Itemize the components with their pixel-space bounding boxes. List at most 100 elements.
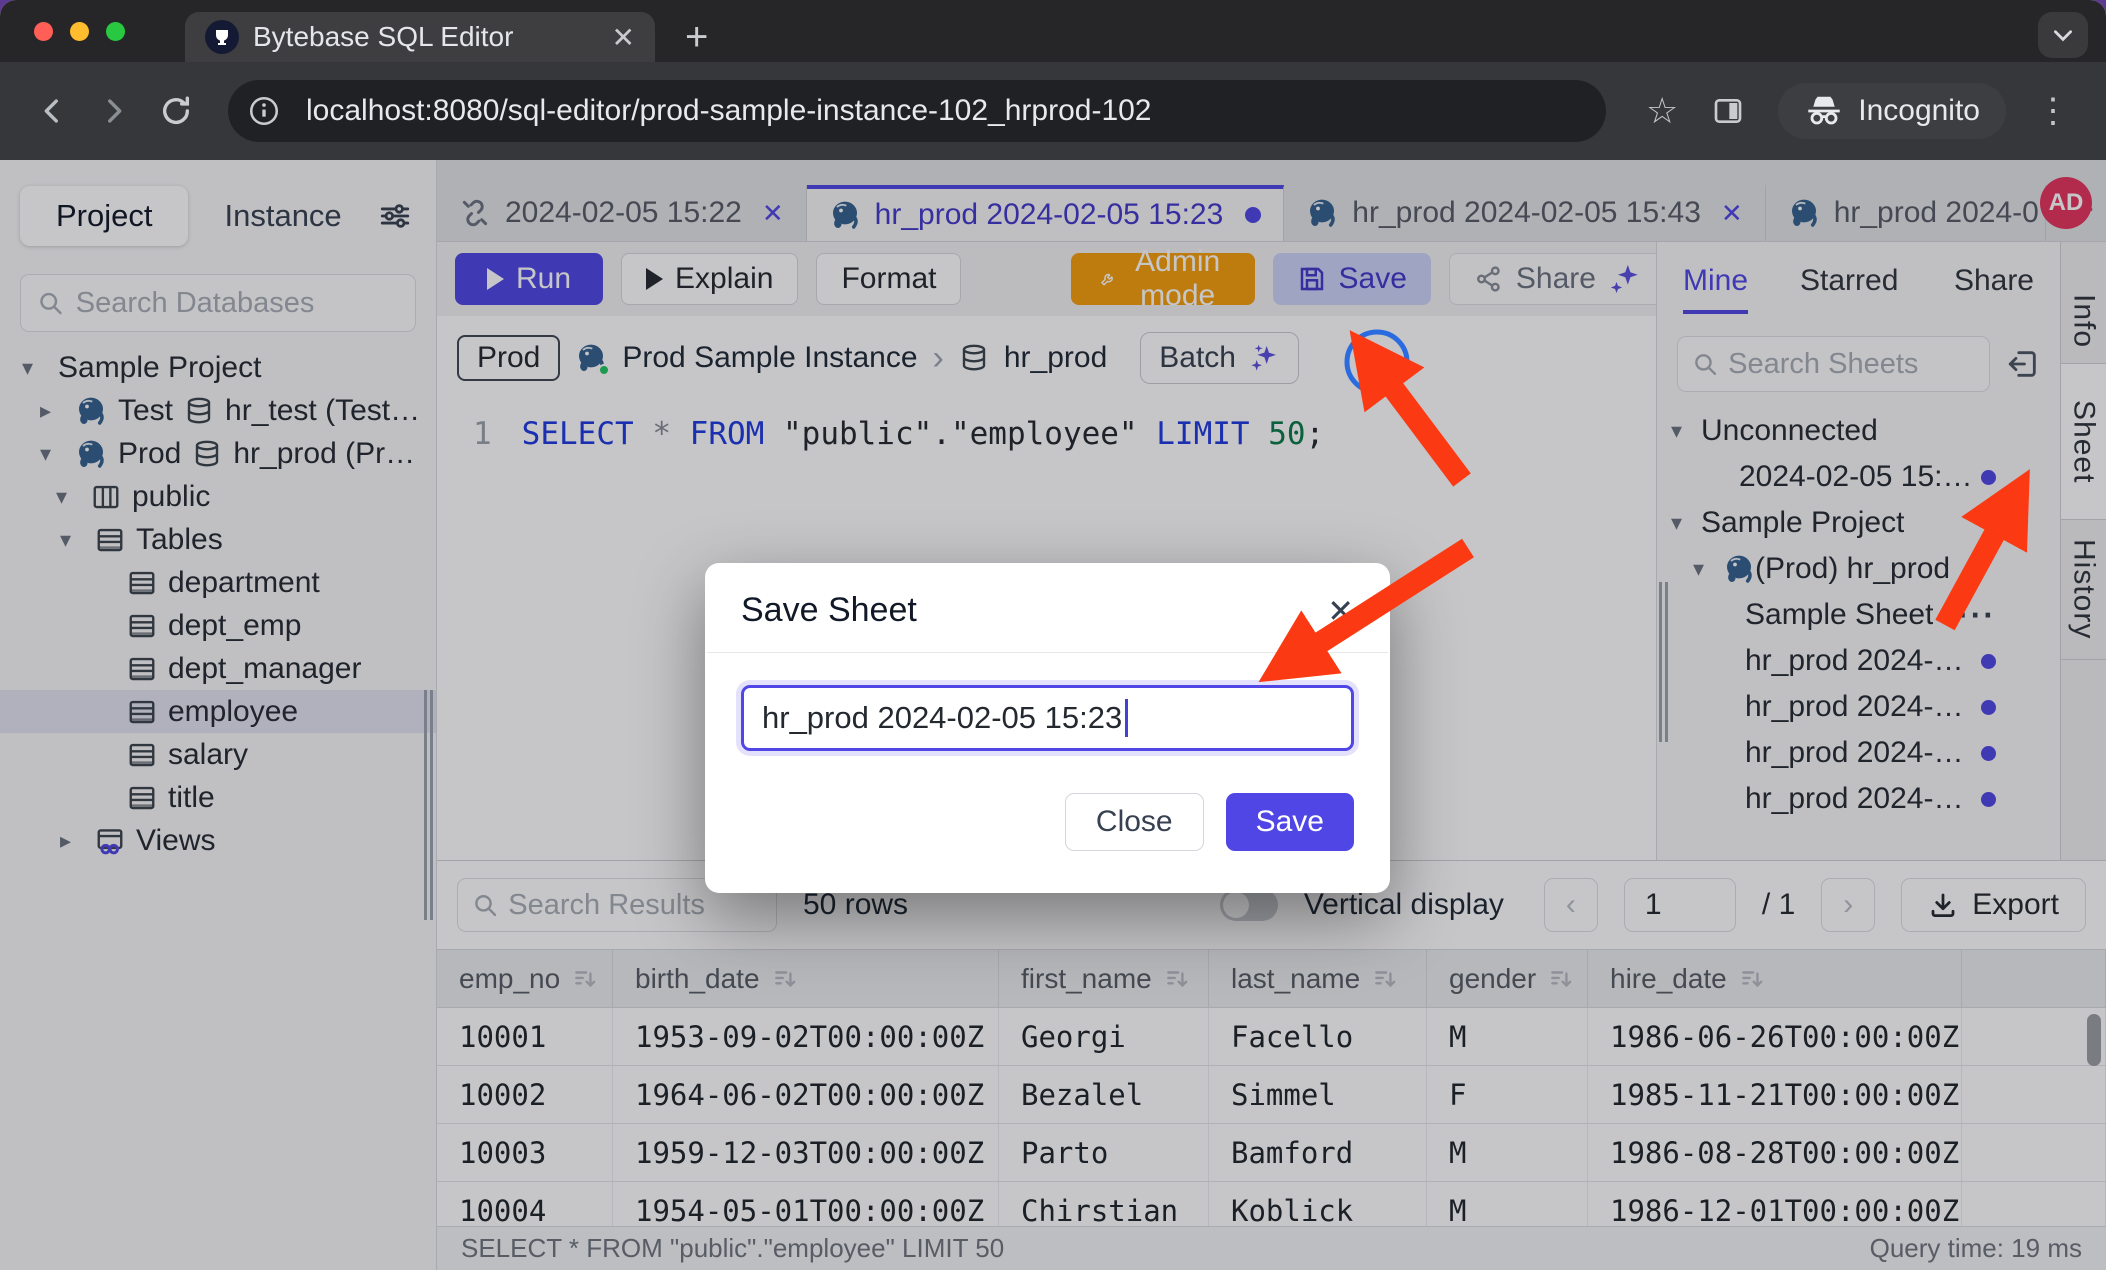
editor-tab[interactable]: hr_prod 2024-02-05 15:23 — [807, 185, 1285, 241]
sheet-search[interactable] — [1677, 336, 1990, 392]
filter-settings-icon[interactable] — [378, 199, 418, 233]
column-header[interactable]: first_name — [999, 950, 1209, 1007]
save-sheet-button[interactable]: Save — [1273, 253, 1431, 305]
tree-item[interactable]: title — [0, 776, 436, 819]
database-search[interactable] — [20, 274, 416, 332]
browser-toolbar: localhost:8080/sql-editor/prod-sample-in… — [0, 62, 2106, 160]
tree-item[interactable]: dept_emp — [0, 604, 436, 647]
sort-icon[interactable] — [772, 966, 798, 992]
modal-close-button[interactable]: Close — [1065, 793, 1204, 851]
sheet-list-item[interactable]: hr_prod 2024-… — [1657, 730, 2060, 776]
row-count: 50 rows — [803, 888, 908, 922]
close-tab-icon[interactable]: ✕ — [1721, 198, 1743, 229]
zoom-window-button[interactable] — [106, 22, 125, 41]
bytebase-favicon-icon — [205, 20, 239, 54]
minimize-window-button[interactable] — [70, 22, 89, 41]
database-name[interactable]: hr_prod — [1004, 341, 1107, 375]
user-avatar[interactable]: AD — [2040, 177, 2092, 229]
column-header[interactable]: hire_date — [1588, 950, 1962, 1007]
tab-history[interactable]: History — [2061, 520, 2106, 660]
editor-tab[interactable]: 2024-02-05 15:22✕ — [437, 185, 807, 241]
instance-name[interactable]: Prod Sample Instance — [622, 341, 917, 375]
sheet-list-item[interactable]: ▾Unconnected — [1657, 408, 2060, 454]
tree-item[interactable]: ▾Sample Project — [0, 346, 436, 389]
export-button[interactable]: Export — [1901, 878, 2086, 932]
connect-sheet-icon[interactable] — [2006, 347, 2040, 381]
sheet-list-item[interactable]: ▾Sample Project — [1657, 500, 2060, 546]
sheet-list-item[interactable]: hr_prod 2024-… — [1657, 776, 2060, 822]
back-button[interactable] — [26, 85, 78, 137]
tab-project[interactable]: Project — [20, 186, 188, 246]
table-scrollbar-thumb[interactable] — [2087, 1014, 2101, 1066]
site-info-icon[interactable] — [238, 85, 290, 137]
bookmark-star-icon[interactable]: ☆ — [1632, 90, 1692, 132]
column-header[interactable]: emp_no — [437, 950, 613, 1007]
run-button[interactable]: Run — [455, 253, 603, 305]
sheet-list-item[interactable]: Sample Sheet··· — [1657, 592, 2060, 638]
sheet-panel-resize-handle[interactable] — [1659, 582, 1669, 742]
explain-button[interactable]: Explain — [621, 253, 798, 305]
tree-item[interactable]: salary — [0, 733, 436, 776]
column-header[interactable]: birth_date — [613, 950, 999, 1007]
sheet-list-item[interactable]: ▾(Prod) hr_prod — [1657, 546, 2060, 592]
tab-starred[interactable]: Starred — [1800, 264, 1898, 310]
forward-button[interactable] — [88, 85, 140, 137]
admin-mode-button[interactable]: Admin mode — [1071, 253, 1254, 305]
sort-icon[interactable] — [572, 966, 598, 992]
editor-tab[interactable]: hr_prod 2024-0 — [1766, 185, 2046, 241]
table-row[interactable]: 100031959-12-03T00:00:00ZPartoBamfordM19… — [437, 1124, 2106, 1182]
tree-item[interactable]: ▸Views — [0, 819, 436, 862]
page-input[interactable] — [1624, 878, 1736, 932]
close-window-button[interactable] — [34, 22, 53, 41]
tree-item[interactable]: ▾Tables — [0, 518, 436, 561]
browser-tab[interactable]: Bytebase SQL Editor ✕ — [185, 12, 655, 62]
sidebar-resize-handle[interactable] — [424, 690, 434, 920]
tab-sheet[interactable]: Sheet — [2061, 363, 2106, 520]
modal-save-button[interactable]: Save — [1226, 793, 1354, 851]
table-row[interactable]: 100041954-05-01T00:00:00ZChirstianKoblic… — [437, 1182, 2106, 1226]
tree-item[interactable]: ▾public — [0, 475, 436, 518]
results-search-input[interactable] — [508, 889, 762, 922]
tree-item[interactable]: department — [0, 561, 436, 604]
prev-page-button[interactable]: ‹ — [1544, 878, 1598, 932]
close-tab-icon[interactable]: ✕ — [762, 198, 784, 229]
new-tab-button[interactable]: + — [685, 12, 708, 62]
batch-mode-button[interactable]: Batch — [1140, 332, 1299, 384]
address-bar[interactable]: localhost:8080/sql-editor/prod-sample-in… — [228, 80, 1606, 142]
sheet-list-item[interactable]: hr_prod 2024-… — [1657, 638, 2060, 684]
sort-icon[interactable] — [1739, 966, 1765, 992]
side-panel-icon[interactable] — [1702, 85, 1754, 137]
tab-instance[interactable]: Instance — [188, 186, 377, 246]
sheet-item-menu-icon[interactable]: ··· — [1958, 597, 1996, 634]
tree-item[interactable]: ▾Prodhr_prod (Pr… — [0, 432, 436, 475]
tab-shared[interactable]: Share — [1954, 264, 2034, 310]
tree-item[interactable]: employee — [0, 690, 436, 733]
sort-icon[interactable] — [1164, 966, 1190, 992]
editor-tab[interactable]: hr_prod 2024-02-05 15:43✕ — [1284, 185, 1765, 241]
tab-info[interactable]: Info — [2061, 242, 2106, 363]
sort-icon[interactable] — [1548, 966, 1574, 992]
column-header[interactable]: gender — [1427, 950, 1588, 1007]
browser-menu-icon[interactable]: ⋮ — [2016, 91, 2080, 131]
sheet-name-input[interactable]: hr_prod 2024-02-05 15:23 — [741, 685, 1354, 751]
sql-token — [671, 416, 690, 452]
column-header[interactable]: last_name — [1209, 950, 1427, 1007]
sheet-list-item[interactable]: 2024-02-05 15:… — [1657, 454, 2060, 500]
tree-item[interactable]: ▸Testhr_test (Test… — [0, 389, 436, 432]
vertical-display-toggle[interactable] — [1220, 889, 1278, 921]
tab-mine[interactable]: Mine — [1683, 264, 1748, 314]
table-row[interactable]: 100011953-09-02T00:00:00ZGeorgiFacelloM1… — [437, 1008, 2106, 1066]
modal-close-icon[interactable]: ✕ — [1327, 592, 1354, 630]
database-search-input[interactable] — [76, 287, 399, 320]
format-button[interactable]: Format — [816, 253, 961, 305]
sheet-search-input[interactable] — [1728, 348, 1975, 381]
tab-search-button[interactable] — [2038, 12, 2088, 58]
close-tab-icon[interactable]: ✕ — [612, 21, 635, 54]
share-button[interactable]: Share — [1449, 253, 1667, 305]
sort-icon[interactable] — [1372, 966, 1398, 992]
tree-item[interactable]: dept_manager — [0, 647, 436, 690]
reload-button[interactable] — [150, 85, 202, 137]
next-page-button[interactable]: › — [1821, 878, 1875, 932]
sheet-list-item[interactable]: hr_prod 2024-… — [1657, 684, 2060, 730]
table-row[interactable]: 100021964-06-02T00:00:00ZBezalelSimmelF1… — [437, 1066, 2106, 1124]
